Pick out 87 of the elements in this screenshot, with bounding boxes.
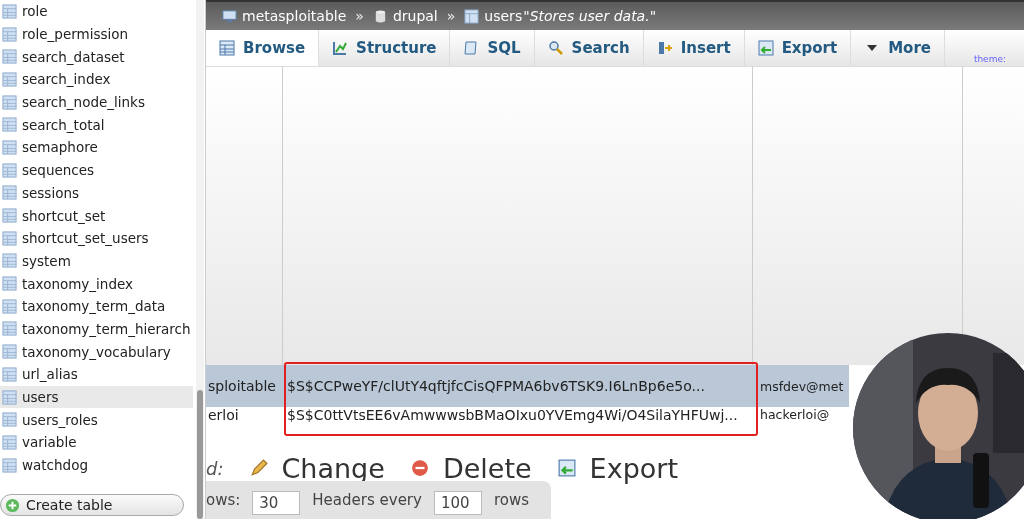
table-list-item[interactable]: sessions [0,181,193,205]
table-icon [2,412,17,428]
headers-label: Headers every [312,491,422,509]
with-selected-label: d: [206,457,224,479]
table-icon [2,366,17,382]
table-icon [2,298,17,314]
action-link[interactable]: Delete [410,452,532,484]
table-list-item[interactable]: search_index [0,68,193,91]
theme-link[interactable]: theme: [973,54,1006,62]
search-icon [547,40,564,56]
database-link[interactable]: drupal [392,8,438,24]
table-list-item[interactable]: system [0,249,193,273]
table-icon [2,185,17,201]
table-cell-text: $S$C0ttVtsEE6vAmwwwsbBMaOIxu0YVEmg4Wi/O4SilaYHFUwj... [286,407,739,423]
action-link[interactable]: Export [557,452,678,484]
table-list-item[interactable]: semaphore [0,136,193,159]
plus-icon [5,497,20,513]
insert-icon [656,40,673,56]
rows-label: rows [493,491,529,509]
breadcrumb-separator: » [446,8,456,24]
table-icon [219,40,235,56]
table-list-item[interactable]: shortcut_set_users [0,226,193,250]
table-list-item[interactable]: role_permission [0,22,193,46]
tab[interactable]: Structure [319,30,451,66]
action-link[interactable]: Change [249,452,385,484]
tab[interactable]: SQL [450,30,535,66]
table-icon [2,253,17,269]
table-icon [2,49,17,65]
table-icon [2,94,17,110]
rows-input[interactable]: 30 [252,491,301,515]
pencil-icon [249,459,268,477]
table-row[interactable]: sploitable $S$CCPweYF/clUtY4qftjfcCisQFPMA6bv6TSK9.I6LnBp6e5o... msfdev@met [206,365,849,407]
delete-icon [410,459,429,477]
table-icon [464,8,480,24]
table-row[interactable]: erloi $S$C0ttVtsEE6vAmwwwsbBMaOIxu0YVEmg4Wi/O4SilaYHFUwj... hackerloi@ [206,407,849,437]
table-list-item[interactable]: users [0,385,193,409]
table-icon [2,434,17,450]
export-icon [757,40,774,56]
tab[interactable]: Search [534,30,644,66]
table-icon [2,276,17,292]
table-list-item[interactable]: search_node_links [0,90,193,114]
table-list-item[interactable]: url_alias [0,363,193,386]
table-list-item[interactable]: variable [0,431,193,454]
breadcrumb-separator: » [355,8,364,24]
table-list-item[interactable]: watchdog [0,453,193,477]
table-icon [2,321,17,337]
table-list-item[interactable]: search_total [0,113,193,137]
table-list-item[interactable]: taxonomy_term_data [0,294,193,318]
table-icon [2,162,17,178]
headers-input[interactable]: 100 [433,491,482,515]
table-icon [2,208,17,224]
table-cell-text: msfdev@met [759,378,844,394]
table-link[interactable]: users [484,8,523,24]
tab[interactable]: Export [744,30,852,66]
table-icon [2,457,17,473]
scroll-icon [463,40,480,56]
table-list-item[interactable]: taxonomy_term_hierarch [0,317,193,341]
rows-label: ows: [206,491,241,509]
table-icon [2,3,17,19]
table-cell-text: sploitable [207,378,277,394]
table-icon [2,117,17,133]
table-list-item[interactable]: sequences [0,158,193,182]
table-cell-text: hackerloi@ [759,407,831,422]
tab[interactable]: Browse [206,30,320,66]
tab[interactable]: More [851,30,945,66]
create-table-button[interactable]: Create table [0,494,184,516]
table-cell-text: $S$CCPweYF/clUtY4qftjfcCisQFPMA6bv6TSK9.I6LnBp6e5o... [286,378,706,394]
table-icon [2,230,17,246]
table-list-item[interactable]: role [0,0,193,23]
table-icon [2,139,17,155]
table-icon [2,71,17,87]
table-icon [2,26,17,42]
table-list-item[interactable]: shortcut_set [0,204,193,227]
tab[interactable]: Insert [643,30,745,66]
chart-icon [332,40,349,56]
table-list-item[interactable]: taxonomy_vocabulary [0,340,193,363]
server-link[interactable]: metasploitable [242,8,347,24]
export-icon [557,459,576,477]
table-icon [2,344,17,360]
table-list-item[interactable]: search_dataset [0,45,193,69]
table-list-item[interactable]: users_roles [0,408,193,432]
table-list-item[interactable]: taxonomy_index [0,272,193,295]
table-comment: "Stores user data." [523,8,657,24]
table-icon [2,389,17,405]
server-icon [222,8,237,24]
table-cell-text: erloi [207,407,240,423]
scrollbar[interactable] [196,0,204,519]
